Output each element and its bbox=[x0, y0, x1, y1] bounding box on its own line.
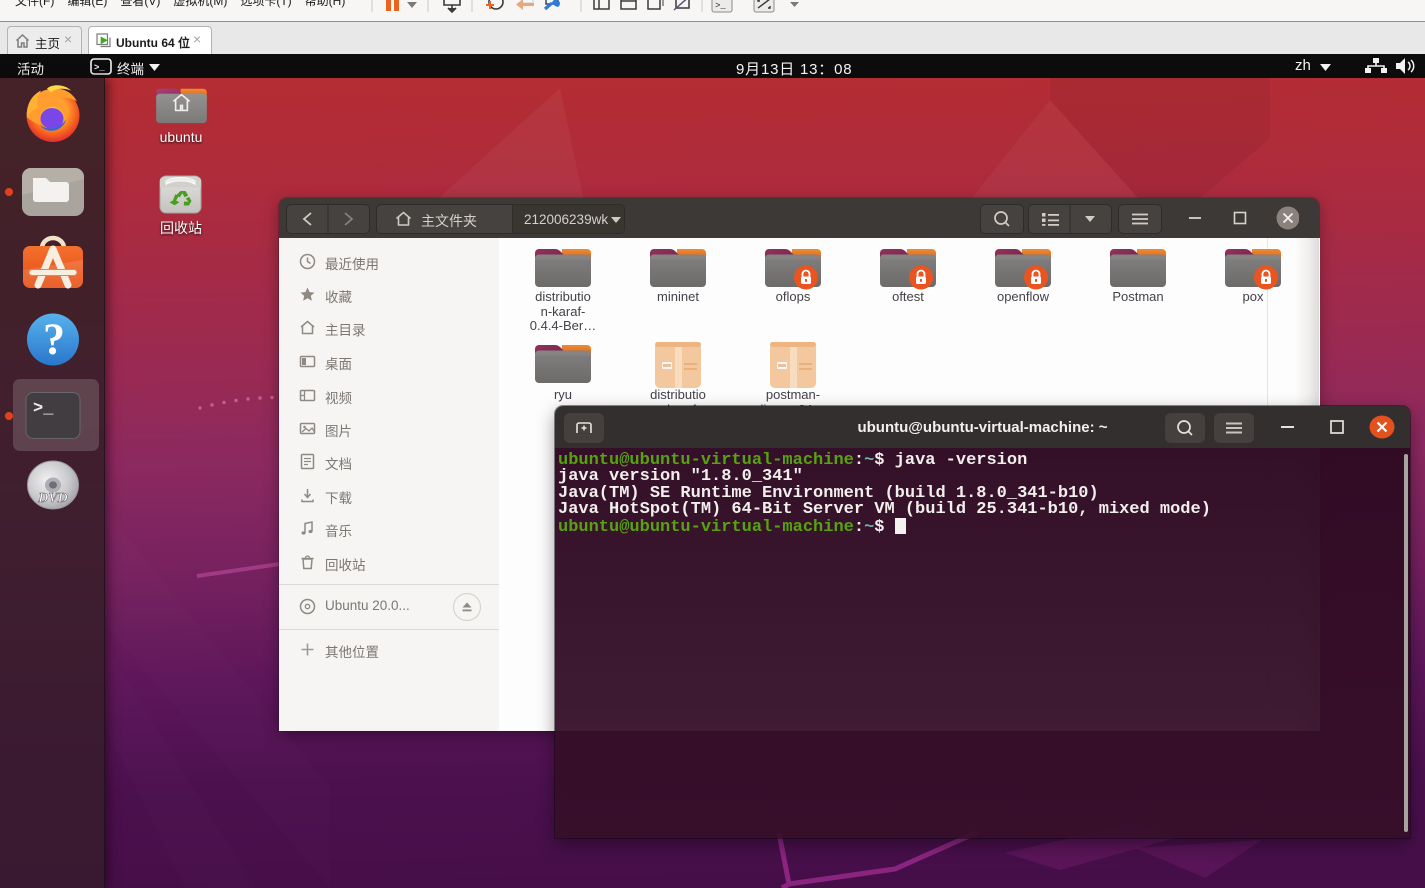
svg-text:>_: >_ bbox=[94, 63, 105, 73]
svg-text:>_: >_ bbox=[33, 400, 54, 419]
svg-text:?: ? bbox=[43, 315, 65, 364]
svg-text:>_: >_ bbox=[715, 1, 726, 11]
svg-text:DVD: DVD bbox=[37, 491, 68, 506]
